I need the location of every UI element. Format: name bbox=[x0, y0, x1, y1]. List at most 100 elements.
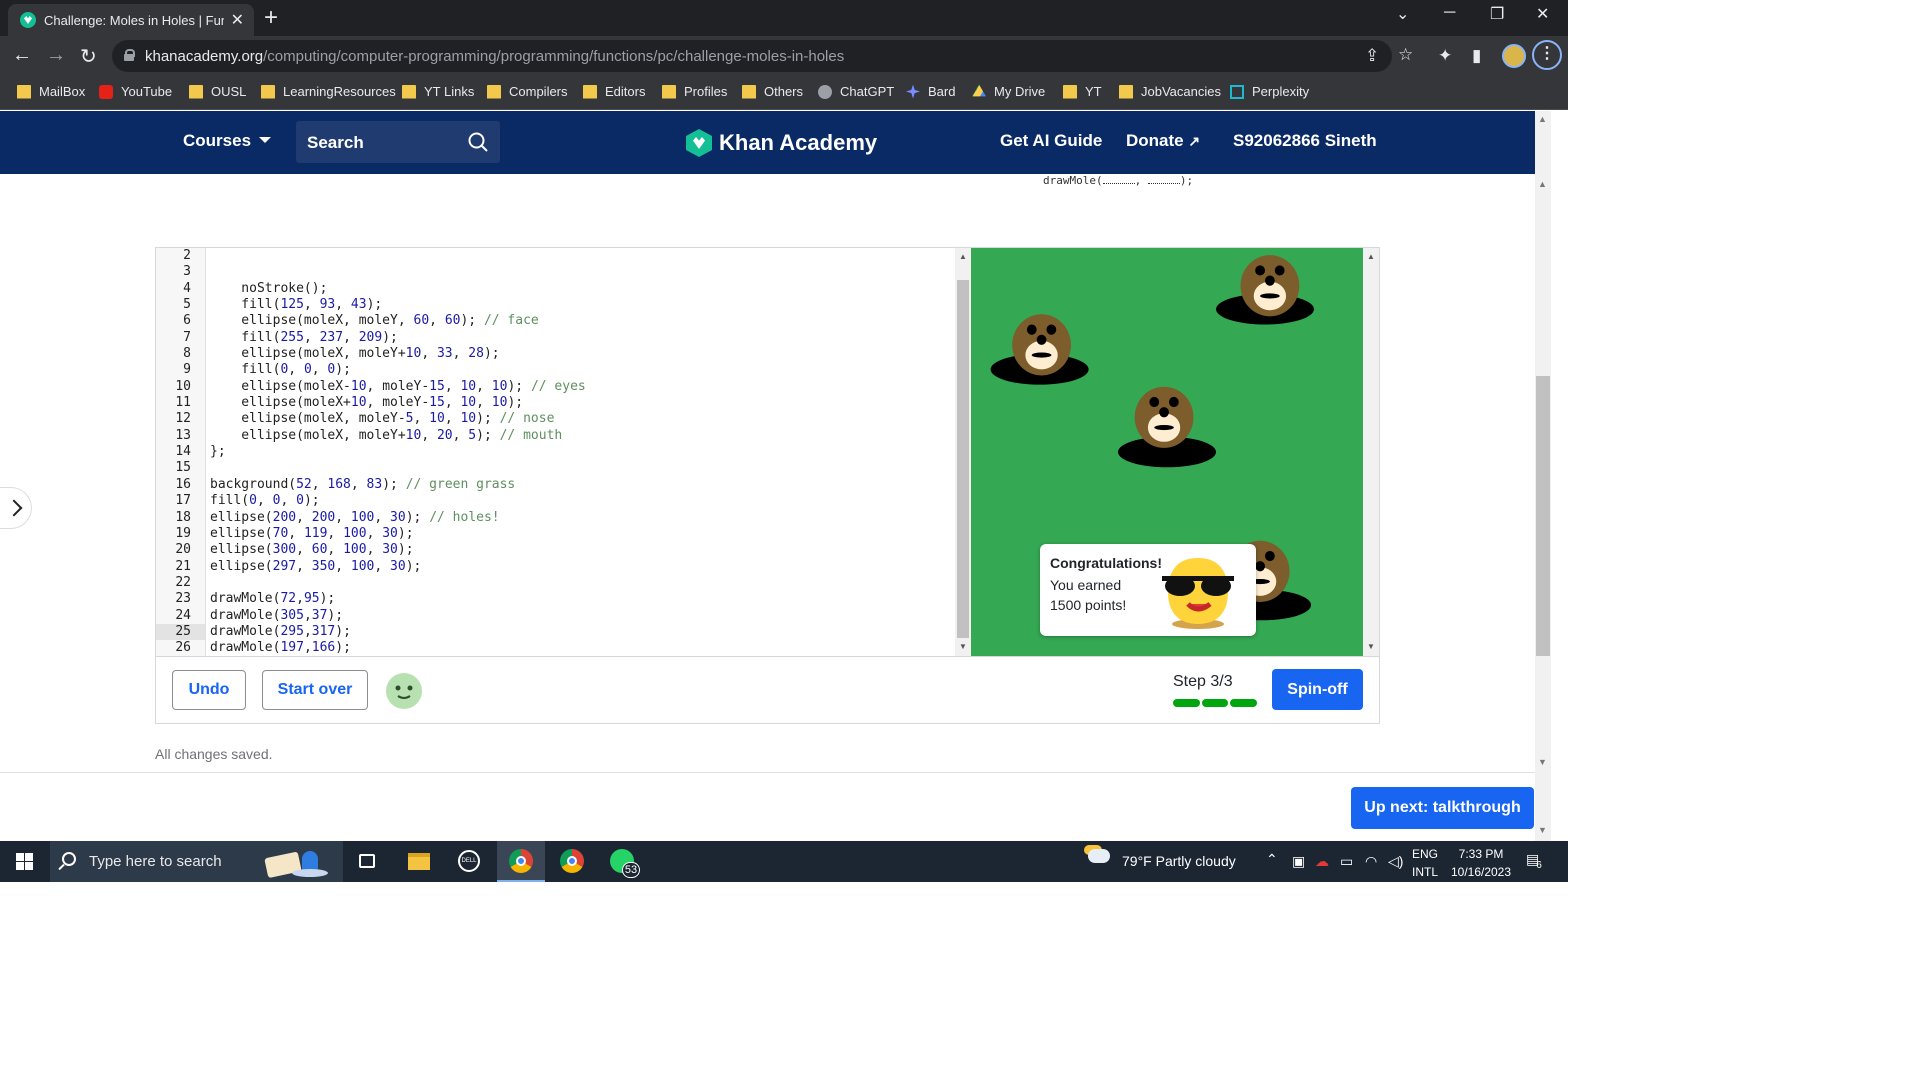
bookmark-compilers[interactable]: Compilers bbox=[487, 84, 568, 99]
meet-now-icon[interactable]: ▣ bbox=[1292, 853, 1305, 870]
chrome-profile-taskbar-icon[interactable] bbox=[548, 841, 596, 882]
line-number: 8 bbox=[183, 346, 191, 362]
mole-eye bbox=[1265, 550, 1275, 562]
mole-nose bbox=[1036, 334, 1047, 345]
code-line: fill(0, 0, 0); bbox=[210, 493, 320, 509]
cool-avatar-icon bbox=[1162, 558, 1234, 629]
volume-icon[interactable]: ◁) bbox=[1388, 853, 1403, 870]
bookmark-editors[interactable]: Editors bbox=[583, 84, 645, 99]
side-panel-icon[interactable]: ▮ bbox=[1472, 46, 1481, 66]
hint-avatar-icon[interactable] bbox=[385, 672, 423, 710]
scrollbar-thumb[interactable] bbox=[957, 280, 969, 638]
address-bar[interactable]: khanacademy.org/computing/computer-progr… bbox=[112, 40, 1413, 72]
bookmark-profiles[interactable]: Profiles bbox=[662, 84, 727, 99]
scroll-up-icon[interactable]: ▲ bbox=[959, 252, 967, 261]
battery-icon[interactable]: ▭ bbox=[1340, 853, 1353, 870]
forward-arrow-icon[interactable]: → bbox=[46, 44, 66, 67]
scroll-down-icon[interactable]: ▼ bbox=[1538, 757, 1547, 767]
bookmark-star-icon[interactable]: ☆ bbox=[1398, 45, 1413, 65]
weather-icon[interactable] bbox=[1088, 849, 1110, 866]
code-line: drawMole(197,166); bbox=[210, 640, 351, 656]
output-canvas[interactable]: Congratulations! You earned 1500 points! bbox=[971, 248, 1363, 656]
khan-academy-logo[interactable]: Khan Academy bbox=[686, 129, 877, 157]
start-over-button[interactable]: Start over bbox=[262, 670, 368, 710]
bookmark-others[interactable]: Others bbox=[742, 84, 803, 99]
file-explorer-icon[interactable] bbox=[395, 841, 443, 882]
bookmark-chatgpt[interactable]: ChatGPT bbox=[818, 84, 894, 99]
bookmark-perplexity[interactable]: Perplexity bbox=[1230, 84, 1309, 99]
get-ai-guide-link[interactable]: Get AI Guide bbox=[1000, 131, 1102, 151]
browser-tab[interactable]: Challenge: Moles in Holes | Func ✕ bbox=[8, 4, 254, 36]
onedrive-error-icon[interactable]: ☁ bbox=[1315, 853, 1329, 870]
donate-link[interactable]: Donate ↗ bbox=[1126, 131, 1200, 151]
notifications-icon[interactable]: ▤6 bbox=[1526, 851, 1545, 871]
scroll-up-icon[interactable]: ▲ bbox=[1367, 252, 1375, 261]
editor-scrollbar[interactable]: ▲ ▼ bbox=[955, 248, 971, 656]
search-input[interactable]: Search bbox=[296, 121, 500, 163]
spin-off-button[interactable]: Spin-off bbox=[1272, 669, 1363, 710]
bookmarks-bar: MailBox YouTube OUSL LearningResources Y… bbox=[0, 76, 1568, 110]
close-window-icon[interactable]: ✕ bbox=[1536, 4, 1549, 24]
undo-button[interactable]: Undo bbox=[172, 670, 246, 710]
language-indicator[interactable]: ENG INTL bbox=[1412, 845, 1438, 881]
code-editor-panel: 2 3 4 5 6 7 8 9 10 11 12 13 14 15 16 17 18 19 20 21 22 23 24 25… bbox=[155, 247, 1380, 724]
chrome-menu-icon[interactable]: ⋮ bbox=[1532, 40, 1562, 70]
reload-icon[interactable]: ↻ bbox=[80, 44, 97, 69]
scrollbar-thumb[interactable] bbox=[1536, 376, 1550, 656]
canvas-scrollbar[interactable]: ▲ ▼ bbox=[1363, 248, 1379, 656]
user-account-menu[interactable]: S92062866 Sineth bbox=[1233, 131, 1377, 151]
expand-sidebar-button[interactable] bbox=[0, 487, 32, 529]
folder-icon bbox=[1119, 84, 1133, 99]
bookmark-yt-links[interactable]: YT Links bbox=[402, 84, 474, 99]
scroll-down-icon[interactable]: ▼ bbox=[959, 642, 967, 651]
extensions-puzzle-icon[interactable]: ✦ bbox=[1438, 46, 1452, 66]
chevron-up-icon[interactable]: ⌃ bbox=[1266, 851, 1278, 868]
courses-menu[interactable]: Courses bbox=[183, 131, 272, 151]
whatsapp-icon[interactable]: 53 bbox=[598, 841, 646, 882]
windows-start-icon[interactable] bbox=[16, 853, 33, 870]
close-tab-icon[interactable]: ✕ bbox=[231, 10, 244, 30]
bookmark-yt[interactable]: YT bbox=[1063, 84, 1102, 99]
scroll-up-icon[interactable]: ▲ bbox=[1538, 114, 1547, 124]
line-number: 22 bbox=[175, 574, 191, 590]
share-icon[interactable]: ⇪ bbox=[1365, 46, 1379, 66]
bookmark-bard[interactable]: Bard bbox=[906, 84, 955, 99]
browser-toolbar: ← → ↻ khanacademy.org/computing/computer… bbox=[0, 36, 1568, 76]
folder-icon bbox=[402, 84, 416, 99]
line-number: 4 bbox=[183, 280, 191, 296]
bookmark-learningresources[interactable]: LearningResources bbox=[261, 84, 396, 99]
scroll-down-icon[interactable]: ▼ bbox=[1538, 825, 1547, 835]
profile-avatar[interactable] bbox=[1502, 44, 1526, 68]
back-arrow-icon[interactable]: ← bbox=[12, 44, 32, 67]
progress-segment bbox=[1173, 699, 1200, 707]
clock[interactable]: 7:33 PM 10/16/2023 bbox=[1450, 845, 1512, 881]
taskbar-search-input[interactable]: Type here to search bbox=[50, 841, 343, 882]
bookmark-mailbox[interactable]: MailBox bbox=[17, 84, 85, 99]
page-scrollbar[interactable]: ▲ ▲ ▼ ▼ bbox=[1535, 111, 1551, 841]
folder-icon bbox=[583, 84, 597, 99]
step-indicator: Step 3/3 bbox=[1173, 673, 1233, 690]
new-tab-icon[interactable]: + bbox=[264, 4, 278, 32]
bookmark-my-drive[interactable]: My Drive bbox=[972, 84, 1045, 99]
up-next-button[interactable]: Up next: talkthrough bbox=[1351, 787, 1534, 829]
wifi-icon[interactable]: ◠ bbox=[1365, 853, 1377, 870]
dell-app-icon[interactable]: DELL bbox=[445, 841, 493, 882]
mole-eye bbox=[1255, 265, 1265, 276]
restore-icon[interactable]: ❐ bbox=[1490, 4, 1504, 24]
minimize-icon[interactable]: ─ bbox=[1444, 4, 1455, 22]
search-icon bbox=[468, 132, 488, 152]
bookmark-ousl[interactable]: OUSL bbox=[189, 84, 246, 99]
chatgpt-icon bbox=[818, 84, 832, 99]
weather-widget[interactable]: 79°F Partly cloudy bbox=[1122, 853, 1236, 869]
line-number: 19 bbox=[175, 525, 191, 541]
task-view-icon[interactable] bbox=[343, 841, 391, 882]
mole-eye bbox=[1274, 265, 1285, 276]
bookmark-jobvacancies[interactable]: JobVacancies bbox=[1119, 84, 1221, 99]
line-number-gutter: 2 3 4 5 6 7 8 9 10 11 12 13 14 15 16 17 18 19 20 21 22 23 24 25… bbox=[156, 248, 206, 656]
scroll-up-icon[interactable]: ▲ bbox=[1538, 179, 1547, 189]
bookmark-youtube[interactable]: YouTube bbox=[99, 84, 172, 99]
tab-search-chevron-icon[interactable]: ⌄ bbox=[1396, 4, 1409, 24]
scroll-down-icon[interactable]: ▼ bbox=[1367, 642, 1375, 651]
code-editor[interactable]: noStroke(); fill(125, 93, 43); ellipse(m… bbox=[210, 248, 955, 656]
chrome-taskbar-icon[interactable] bbox=[497, 841, 545, 882]
